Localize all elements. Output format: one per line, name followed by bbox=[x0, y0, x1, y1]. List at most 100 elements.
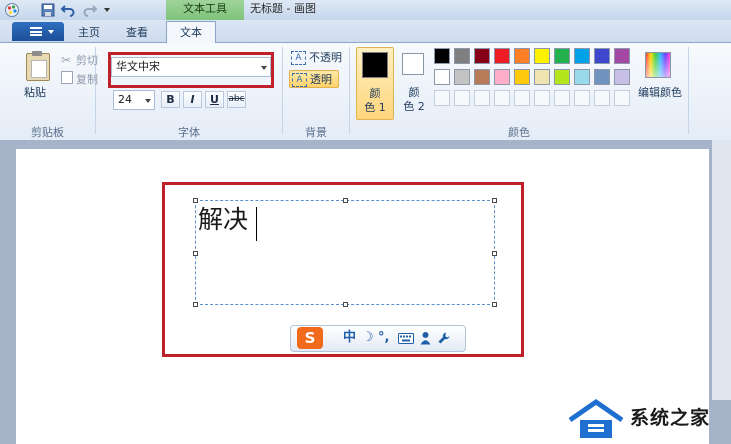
palette-color-swatch[interactable] bbox=[594, 48, 610, 64]
color2-label-line1: 颜 bbox=[408, 86, 420, 99]
palette-color-swatch[interactable] bbox=[474, 69, 490, 85]
resize-handle[interactable] bbox=[343, 198, 348, 203]
clipboard-group-label: 剪贴板 bbox=[31, 126, 64, 139]
palette-color-swatch[interactable] bbox=[534, 69, 550, 85]
palette-color-swatch[interactable] bbox=[614, 48, 630, 64]
color2-button[interactable]: 颜 色 2 bbox=[398, 47, 430, 120]
italic-button[interactable]: I bbox=[183, 91, 202, 108]
typed-text: 解决 bbox=[198, 205, 249, 234]
customize-qat-icon[interactable] bbox=[104, 8, 110, 12]
palette-color-swatch[interactable] bbox=[574, 69, 590, 85]
palette-row bbox=[434, 69, 634, 87]
font-size-combo[interactable]: 24 bbox=[113, 90, 155, 110]
color1-button[interactable]: 颜 色 1 bbox=[356, 47, 394, 120]
palette-empty-slot[interactable] bbox=[554, 90, 570, 106]
palette-empty-slot[interactable] bbox=[534, 90, 550, 106]
palette-color-swatch[interactable] bbox=[454, 69, 470, 85]
palette-empty-slot[interactable] bbox=[434, 90, 450, 106]
text-caret bbox=[256, 207, 257, 241]
palette-color-swatch[interactable] bbox=[434, 69, 450, 85]
tab-home[interactable]: 主页 bbox=[70, 23, 108, 42]
resize-handle[interactable] bbox=[492, 251, 497, 256]
font-name-combo[interactable]: 华文中宋 bbox=[111, 57, 271, 77]
palette-color-swatch[interactable] bbox=[534, 48, 550, 64]
palette-empty-slot[interactable] bbox=[574, 90, 590, 106]
palette-color-swatch[interactable] bbox=[594, 69, 610, 85]
font-name-value: 华文中宋 bbox=[116, 60, 160, 73]
transparent-label: 透明 bbox=[310, 73, 332, 86]
palette-empty-slot[interactable] bbox=[474, 90, 490, 106]
sogou-logo-icon[interactable]: S bbox=[297, 327, 323, 349]
font-group-label: 字体 bbox=[178, 126, 200, 139]
palette-empty-slot[interactable] bbox=[614, 90, 630, 106]
tab-view[interactable]: 查看 bbox=[116, 23, 158, 42]
bold-button[interactable]: B bbox=[161, 91, 180, 108]
paste-icon[interactable] bbox=[26, 51, 50, 81]
opaque-icon: A bbox=[291, 51, 306, 65]
underline-button[interactable]: U bbox=[205, 91, 224, 108]
palette-row bbox=[434, 90, 634, 108]
palette-empty-slot[interactable] bbox=[454, 90, 470, 106]
palette-empty-slot[interactable] bbox=[514, 90, 530, 106]
vertical-scrollbar[interactable] bbox=[712, 140, 731, 400]
scissors-icon: ✂ bbox=[61, 53, 72, 67]
redo-icon[interactable] bbox=[82, 2, 98, 18]
palette-color-swatch[interactable] bbox=[514, 69, 530, 85]
opaque-option[interactable]: A 不透明 bbox=[289, 49, 348, 67]
window-title: 无标题 - 画图 bbox=[250, 2, 316, 15]
palette-color-swatch[interactable] bbox=[574, 48, 590, 64]
copy-button[interactable]: 复制 bbox=[76, 71, 98, 87]
title-bar: 文本工具 无标题 - 画图 bbox=[0, 0, 731, 20]
moon-icon[interactable]: ☽ bbox=[362, 329, 374, 347]
punctuation-toggle[interactable]: °, bbox=[378, 329, 389, 347]
palette-row bbox=[434, 48, 634, 66]
color1-label-line1: 颜 bbox=[369, 87, 381, 100]
ime-mode-toggle[interactable]: 中 bbox=[343, 329, 356, 347]
edit-colors-button[interactable]: 编辑颜色 bbox=[638, 84, 682, 100]
paint-menu-button[interactable] bbox=[12, 22, 64, 41]
font-size-value: 24 bbox=[118, 93, 132, 106]
resize-handle[interactable] bbox=[193, 302, 198, 307]
user-icon[interactable] bbox=[420, 331, 431, 345]
keyboard-icon[interactable] bbox=[398, 333, 414, 344]
group-divider bbox=[349, 47, 350, 134]
menu-icon bbox=[30, 27, 42, 36]
palette-color-swatch[interactable] bbox=[614, 69, 630, 85]
palette-color-swatch[interactable] bbox=[434, 48, 450, 64]
strikethrough-button[interactable]: abc bbox=[227, 91, 246, 108]
group-divider bbox=[688, 47, 689, 134]
palette-color-swatch[interactable] bbox=[514, 48, 530, 64]
chevron-down-icon bbox=[145, 99, 151, 103]
palette-color-swatch[interactable] bbox=[474, 48, 490, 64]
wrench-icon[interactable] bbox=[437, 331, 451, 345]
undo-icon[interactable] bbox=[60, 2, 76, 18]
house-logo-icon bbox=[568, 398, 624, 438]
palette-color-swatch[interactable] bbox=[494, 48, 510, 64]
palette-empty-slot[interactable] bbox=[494, 90, 510, 106]
resize-handle[interactable] bbox=[492, 302, 497, 307]
palette-empty-slot[interactable] bbox=[594, 90, 610, 106]
copy-icon bbox=[61, 71, 73, 84]
color1-swatch bbox=[362, 52, 388, 78]
save-icon[interactable] bbox=[40, 2, 56, 18]
color2-swatch bbox=[402, 53, 424, 75]
watermark-text: 系统之家 bbox=[630, 407, 711, 429]
group-divider bbox=[282, 47, 283, 134]
color2-label-line2: 色 2 bbox=[403, 100, 425, 113]
color1-label-line2: 色 1 bbox=[364, 101, 386, 114]
resize-handle[interactable] bbox=[193, 251, 198, 256]
palette-color-swatch[interactable] bbox=[494, 69, 510, 85]
chevron-down-icon bbox=[48, 30, 54, 34]
resize-handle[interactable] bbox=[492, 198, 497, 203]
tab-text[interactable]: 文本 bbox=[166, 21, 216, 44]
cut-button[interactable]: 剪切 bbox=[76, 52, 98, 68]
paste-button[interactable]: 粘贴 bbox=[24, 84, 46, 100]
resize-handle[interactable] bbox=[343, 302, 348, 307]
transparent-option[interactable]: A 透明 bbox=[289, 70, 339, 88]
palette-color-swatch[interactable] bbox=[554, 48, 570, 64]
background-group-label: 背景 bbox=[305, 126, 327, 139]
rainbow-icon bbox=[645, 52, 671, 78]
paint-app-icon[interactable] bbox=[4, 2, 20, 18]
palette-color-swatch[interactable] bbox=[554, 69, 570, 85]
palette-color-swatch[interactable] bbox=[454, 48, 470, 64]
